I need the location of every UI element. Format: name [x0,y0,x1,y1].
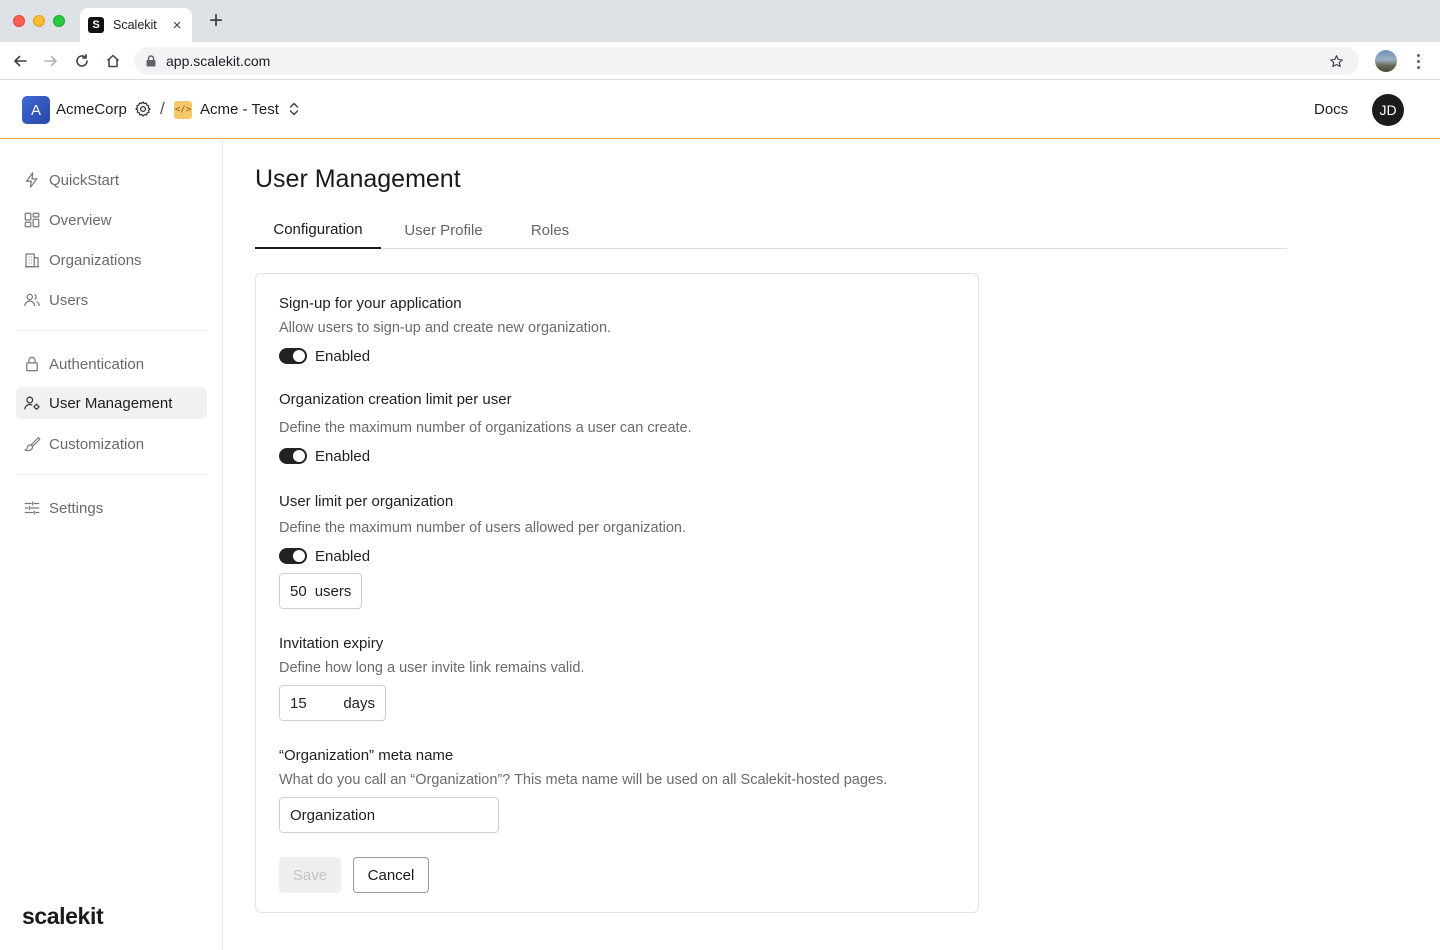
breadcrumb-separator: / [160,99,165,118]
dashboard-icon [22,211,41,230]
browser-profile-avatar[interactable] [1375,50,1397,72]
browser-tab-title: Scalekit [113,18,157,32]
browser-toolbar: app.scalekit.com [0,42,1440,80]
forward-arrow-icon[interactable] [41,51,61,71]
user-limit-description: Define the maximum number of users allow… [279,520,687,536]
org-name[interactable]: AcmeCorp [56,101,127,118]
environment-name[interactable]: Acme - Test [200,101,279,118]
sidebar-item-label: User Management [49,394,173,412]
code-env-icon: </> [174,101,192,119]
sidebar-item-label: Organizations [49,251,142,269]
tab-configuration[interactable]: Configuration [255,211,381,249]
invite-expiry-description: Define how long a user invite link remai… [279,660,585,676]
org-avatar[interactable]: A [22,96,50,124]
window-minimize-button[interactable] [33,15,45,27]
url-text: app.scalekit.com [166,53,271,69]
sidebar-item-settings[interactable]: Settings [16,492,207,524]
cancel-button[interactable]: Cancel [353,857,429,893]
meta-name-value: Organization [290,806,376,824]
sidebar-item-user-management[interactable]: User Management [16,387,207,419]
org-limit-title: Organization creation limit per user [279,391,512,408]
tab-close-icon[interactable]: × [170,17,184,34]
sidebar-divider [16,330,207,331]
padlock-icon [146,55,156,67]
org-limit-description: Define the maximum number of organizatio… [279,420,692,436]
signup-toggle[interactable] [279,348,307,364]
browser-menu-icon[interactable] [1410,51,1426,71]
invite-expiry-unit: days [343,694,375,712]
user-avatar[interactable]: JD [1372,94,1404,126]
bookmark-star-icon[interactable] [1329,54,1347,69]
org-limit-toggle-label: Enabled [315,447,371,465]
back-arrow-icon[interactable] [10,51,30,71]
sidebar-item-label: Overview [49,211,112,229]
invite-expiry-title: Invitation expiry [279,635,384,652]
configuration-card: Sign-up for your application Allow users… [255,273,979,913]
meta-name-title: “Organization” meta name [279,747,454,764]
meta-name-input[interactable]: Organization [279,797,499,833]
brush-icon [22,435,41,454]
tab-bar: Configuration User Profile Roles [255,211,1287,249]
window-close-button[interactable] [13,15,25,27]
sidebar-item-label: Customization [49,435,145,453]
sidebar-item-customization[interactable]: Customization [16,428,207,460]
scalekit-favicon-icon: S [88,17,104,33]
gear-icon[interactable] [134,100,152,123]
signup-title: Sign-up for your application [279,295,462,312]
sliders-icon [22,499,41,518]
meta-name-description: What do you call an “Organization”? This… [279,772,888,788]
sidebar-item-label: Users [49,291,89,309]
sidebar-item-users[interactable]: Users [16,284,207,316]
building-icon [22,251,41,270]
sidebar-item-label: QuickStart [49,171,120,189]
user-cog-icon [22,394,41,413]
address-bar[interactable]: app.scalekit.com [134,47,1359,75]
sidebar-item-overview[interactable]: Overview [16,204,207,236]
page-title: User Management [255,165,461,193]
sidebar-item-organizations[interactable]: Organizations [16,244,207,276]
sidebar-divider [16,474,207,475]
sidebar-item-label: Authentication [49,355,145,373]
invite-expiry-value: 15 [290,694,307,712]
org-limit-toggle[interactable] [279,448,307,464]
user-limit-toggle-label: Enabled [315,547,371,565]
tab-user-profile[interactable]: User Profile [395,211,492,249]
window-maximize-button[interactable] [53,15,65,27]
chevron-up-down-icon[interactable] [288,101,300,122]
user-limit-unit: users [314,582,352,600]
docs-link[interactable]: Docs [1314,101,1348,118]
user-limit-toggle-row: Enabled [279,546,370,566]
user-limit-input[interactable]: 50 users [279,573,362,609]
user-limit-title: User limit per organization [279,493,454,510]
org-limit-toggle-row: Enabled [279,446,370,466]
app-header: A AcmeCorp / </> Acme - Test Docs JD [0,80,1440,139]
tab-roles[interactable]: Roles [519,211,581,249]
reload-icon[interactable] [72,51,92,71]
save-button[interactable]: Save [279,857,341,893]
sidebar-item-authentication[interactable]: Authentication [16,348,207,380]
invite-expiry-input[interactable]: 15 days [279,685,386,721]
bolt-icon [22,171,41,190]
browser-tab-strip: S Scalekit × + [0,0,1440,42]
user-limit-toggle[interactable] [279,548,307,564]
signup-toggle-row: Enabled [279,346,370,366]
lock-icon [22,355,41,374]
signup-toggle-label: Enabled [315,347,371,365]
user-limit-value: 50 [290,582,307,600]
new-tab-button[interactable]: + [205,9,227,33]
sidebar: QuickStart Overview Organizations Users … [0,139,223,950]
users-icon [22,291,41,310]
home-icon[interactable] [103,51,123,71]
sidebar-item-quickstart[interactable]: QuickStart [16,164,207,196]
browser-tab[interactable]: S Scalekit × [80,8,192,42]
signup-description: Allow users to sign-up and create new or… [279,320,612,336]
sidebar-item-label: Settings [49,499,104,517]
scalekit-logo: scalekit [22,903,104,929]
